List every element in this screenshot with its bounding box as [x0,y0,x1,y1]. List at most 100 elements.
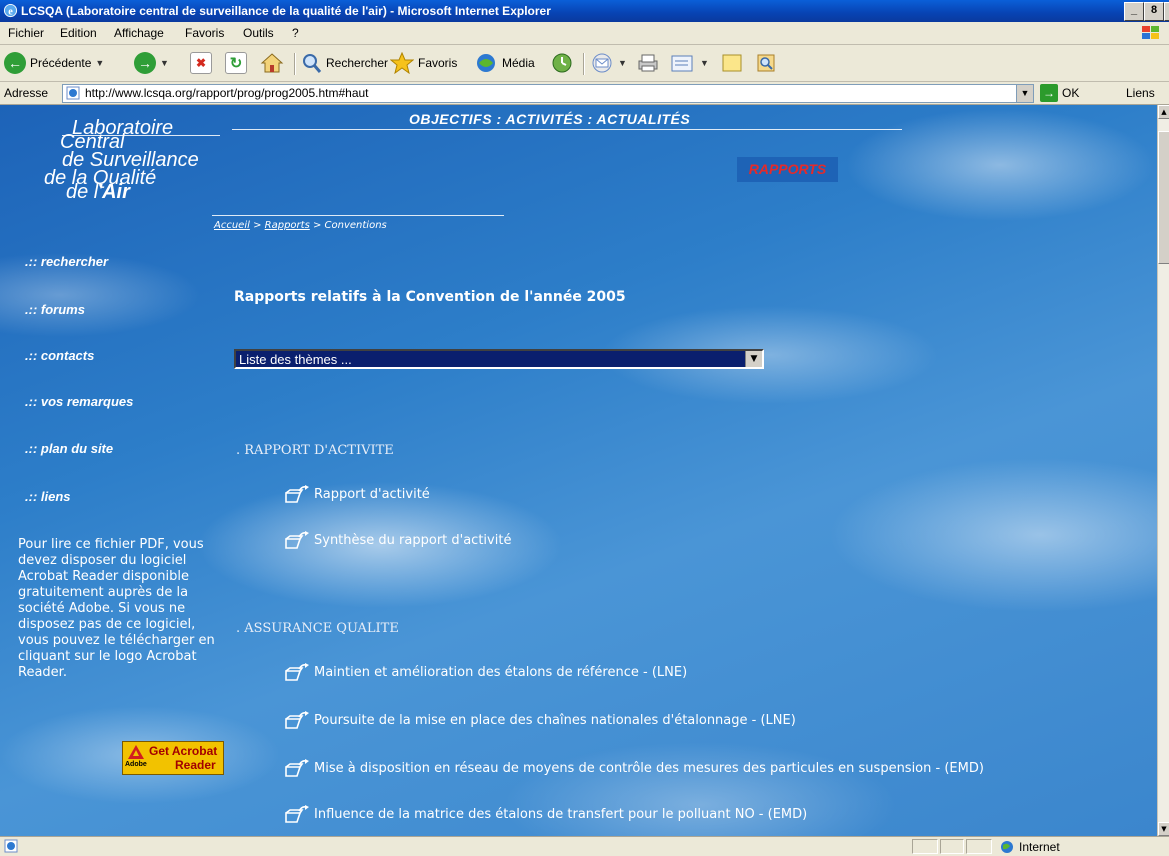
go-label: OK [1062,86,1080,100]
globe-icon [1001,840,1013,853]
get-acrobat-reader-button[interactable]: Get Acrobat Reader Adobe [122,741,224,775]
report-link[interactable]: Rapport d'activité [284,483,430,505]
divider [62,135,220,136]
search-icon [303,54,322,73]
breadcrumb-separator: > [309,220,325,231]
theme-select-value: Liste des thèmes ... [239,352,352,367]
report-link[interactable]: Mise à disposition en réseau de moyens d… [284,757,984,779]
menu-fichier[interactable]: Fichier [8,26,44,40]
stop-icon: ✖ [190,52,212,74]
report-title: Synthèse du rapport d'activité [314,532,512,548]
pdf-open-icon [285,711,309,729]
report-title: Influence de la matrice des étalons de t… [314,806,808,822]
mail-button[interactable]: ▼ [590,51,627,75]
printer-icon [638,54,658,72]
back-button[interactable]: ← Précédente ▼ [4,51,104,75]
status-panel [912,839,938,854]
menu-affichage[interactable]: Affichage [114,26,164,40]
scroll-down-icon[interactable]: ▼ [1158,822,1169,836]
status-bar: Internet [0,836,1169,856]
history-icon [552,53,572,73]
menu-edition[interactable]: Edition [60,26,97,40]
sidenav-forums[interactable]: .:: forums [25,302,85,317]
close-button[interactable]: X [1164,2,1169,21]
chevron-down-icon: ▼ [160,58,169,68]
sidenav-vos-remarques[interactable]: .:: vos remarques [25,394,133,409]
report-title: Rapport d'activité [314,486,430,502]
home-button[interactable] [260,51,284,75]
menu-bar: Fichier Edition Affichage Favoris Outils… [0,22,1169,45]
section-badge-rapports[interactable]: RAPPORTS [737,157,838,182]
go-button[interactable]: → OK [1040,84,1079,102]
media-button[interactable]: Média [474,51,535,75]
research-icon [757,54,775,72]
report-title: Poursuite de la mise en place des chaîne… [314,712,796,728]
chevron-down-icon[interactable]: ▼ [1016,85,1033,102]
address-bar: Adresse http://www.lcsqa.org/rapport/pro… [0,82,1169,105]
favorites-button[interactable]: Favoris [390,51,457,75]
history-button[interactable] [550,51,574,75]
discuss-button[interactable] [720,51,744,75]
links-button[interactable]: Liens [1126,86,1155,100]
top-navigation[interactable]: OBJECTIFS : ACTIVITÉS : ACTUALITÉS [409,111,690,127]
mail-icon [592,53,612,73]
scrollbar-thumb[interactable] [1158,131,1169,264]
chevron-down-icon: ▼ [700,58,709,68]
menu-help[interactable]: ? [292,26,299,40]
research-button[interactable] [754,51,778,75]
star-icon [390,52,414,74]
menu-favoris[interactable]: Favoris [185,26,224,40]
sidenav-contacts[interactable]: .:: contacts [25,348,94,363]
refresh-button[interactable]: ↻ [225,51,247,75]
search-label: Rechercher [326,56,389,70]
logo-line: de l'Air [66,181,130,203]
acrobat-label: Reader [175,758,216,772]
breadcrumb-home-link[interactable]: Accueil [214,220,250,231]
pdf-open-icon [285,805,309,823]
stop-button[interactable]: ✖ [190,51,212,75]
report-link[interactable]: Synthèse du rapport d'activité [284,529,511,551]
back-arrow-icon: ← [4,52,26,74]
forward-button[interactable]: → ▼ [134,51,169,75]
theme-select[interactable]: Liste des thèmes ... ▼ [234,349,764,369]
scroll-up-icon[interactable]: ▲ [1158,105,1169,119]
menu-outils[interactable]: Outils [243,26,274,40]
chevron-down-icon[interactable]: ▼ [745,351,762,367]
divider [232,129,902,130]
security-zone-label: Internet [1019,839,1060,854]
pdf-open-icon [285,531,309,549]
internet-explorer-icon: e [3,3,18,17]
search-button[interactable]: Rechercher [300,51,388,75]
breadcrumb-reports-link[interactable]: Rapports [265,220,310,231]
minimize-button[interactable]: _ [1124,2,1144,21]
restore-button[interactable]: 8 [1144,2,1164,21]
chevron-down-icon: ▼ [618,58,627,68]
edit-button[interactable]: ▼ [670,51,709,75]
sidenav-liens[interactable]: .:: liens [25,489,71,504]
chevron-down-icon: ▼ [95,58,105,68]
breadcrumb-separator: > [249,220,265,231]
sidenav-rechercher[interactable]: .:: rechercher [25,254,108,269]
print-button[interactable] [636,51,660,75]
security-zone[interactable]: Internet [1000,839,1060,854]
svg-text:e: e [8,6,13,17]
sidenav-plan-du-site[interactable]: .:: plan du site [25,441,113,456]
page-status-icon [4,839,18,853]
favorites-label: Favoris [418,56,458,70]
breadcrumb-current: Conventions [324,220,387,231]
vertical-scrollbar[interactable]: ▲ ▼ [1157,105,1169,836]
section-title-rapport-activite: . RAPPORT D'ACTIVITE [236,443,394,458]
address-input[interactable]: http://www.lcsqa.org/rapport/prog/prog20… [62,84,1034,103]
window-title-bar[interactable]: e LCSQA (Laboratoire central de surveill… [0,0,1169,22]
lcsqa-logo[interactable]: Laboratoire Central de Surveillance de l… [12,111,232,211]
page-title: Rapports relatifs à la Convention de l'a… [234,289,626,305]
windows-flag-icon [1142,26,1159,39]
window-title: LCSQA (Laboratoire central de surveillan… [21,4,551,18]
pdf-reader-note: Pour lire ce fichier PDF, vous devez dis… [18,537,215,680]
report-link[interactable]: Maintien et amélioration des étalons de … [284,661,687,683]
report-link[interactable]: Influence de la matrice des étalons de t… [284,803,807,825]
status-panel [940,839,964,854]
forward-arrow-icon: → [134,52,156,74]
report-link[interactable]: Poursuite de la mise en place des chaîne… [284,709,796,731]
section-title-assurance-qualite: . ASSURANCE QUALITE [236,621,399,636]
